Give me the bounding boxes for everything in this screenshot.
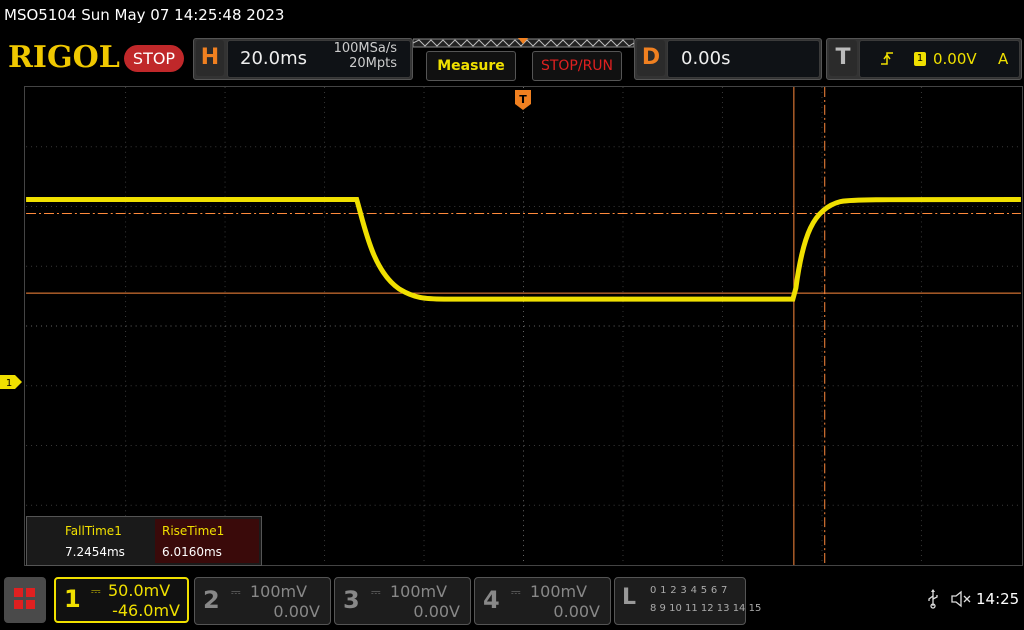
delay-label: D (637, 40, 665, 76)
channel-4-panel[interactable]: 4 ⎓ 100mV 0.00V (474, 577, 611, 625)
channel-2-scale: 100mV (250, 582, 308, 601)
channel-4-number: 4 (483, 586, 500, 614)
channel-4-offset: 0.00V (553, 602, 600, 621)
ch1-offset-marker[interactable]: 1 (0, 375, 22, 389)
measurement-name: FallTime1 (65, 524, 122, 538)
dc-coupling-icon: ⎓ (371, 585, 381, 599)
grid-menu-icon (14, 588, 35, 609)
memory-depth: 20Mpts (349, 56, 397, 71)
trigger-position-marker[interactable]: T (515, 90, 531, 110)
channel-2-offset: 0.00V (273, 602, 320, 621)
waveform-overview-bar (413, 38, 634, 48)
measurement-value: 7.2454ms (65, 545, 125, 559)
channel-3-number: 3 (343, 586, 360, 614)
delay-value: 0.00s (681, 48, 731, 69)
channel-1-number: 1 (64, 585, 81, 613)
dc-coupling-icon: ⎓ (231, 585, 241, 599)
trigger-label: T (829, 40, 857, 76)
channel-1-scale: 50.0mV (108, 581, 171, 600)
waveform-display[interactable] (24, 86, 1023, 566)
channel-1-offset: -46.0mV (112, 601, 180, 620)
graticule (26, 87, 1021, 565)
dc-coupling-icon: ⎓ (91, 584, 101, 598)
channel-2-number: 2 (203, 586, 220, 614)
trigger-position-label: T (519, 93, 527, 106)
logic-channels-row-2: 8 9 10 11 12 13 14 15 (650, 603, 762, 614)
channel-3-scale: 100mV (390, 582, 448, 601)
ch1-waveform (26, 197, 1021, 302)
horizontal-label: H (196, 40, 224, 76)
dc-coupling-icon: ⎓ (511, 585, 521, 599)
ch1-marker-label: 1 (6, 378, 12, 389)
trigger-level: 0.00V (933, 50, 977, 68)
speaker-muted-icon[interactable] (950, 590, 972, 608)
measure-button[interactable]: Measure (426, 51, 516, 81)
channel-2-panel[interactable]: 2 ⎓ 100mV 0.00V (194, 577, 331, 625)
trigger-source-chip: 1 (914, 52, 926, 66)
trigger-mode: A (998, 50, 1009, 68)
status-clock: 14:25 (976, 590, 1020, 608)
stop-run-button[interactable]: STOP/RUN (532, 51, 622, 81)
rising-edge-icon (881, 52, 893, 65)
measurement-value: 6.0160ms (162, 545, 222, 559)
timebase-value: 20.0ms (240, 48, 307, 69)
logic-analyzer-label: L (622, 585, 637, 610)
measurement-name: RiseTime1 (162, 524, 225, 538)
sample-rate: 100MSa/s (333, 41, 397, 56)
usb-icon (928, 589, 938, 609)
channel-4-scale: 100mV (530, 582, 588, 601)
rigol-logo: RIGOL (8, 40, 120, 75)
run-state-badge[interactable]: STOP (124, 45, 184, 72)
window-title: MSO5104 Sun May 07 14:25:48 2023 (4, 6, 285, 24)
channel-3-panel[interactable]: 3 ⎓ 100mV 0.00V (334, 577, 471, 625)
logic-channels-row-1: 0 1 2 3 4 5 6 7 (650, 585, 728, 596)
channel-3-offset: 0.00V (413, 602, 460, 621)
